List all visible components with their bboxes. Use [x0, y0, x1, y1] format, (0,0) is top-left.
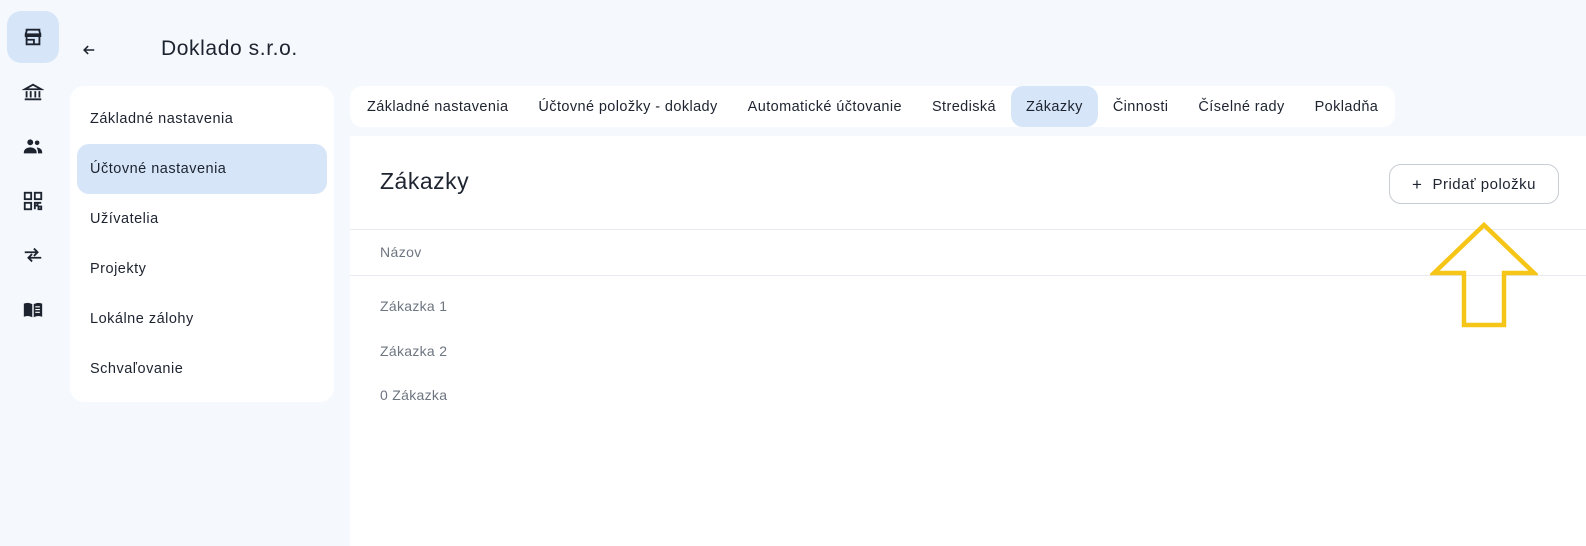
tab-automaticke-uctovanie[interactable]: Automatické účtovanie — [733, 86, 917, 127]
tab-ciselne-rady[interactable]: Číselné rady — [1183, 86, 1299, 127]
tab-pokladna[interactable]: Pokladňa — [1300, 86, 1394, 127]
page-title: Doklado s.r.o. — [161, 37, 298, 60]
rail-people-button[interactable] — [7, 120, 59, 172]
table-row[interactable]: Zákazka 1 — [380, 298, 447, 314]
book-icon — [23, 302, 43, 318]
icon-rail — [0, 0, 70, 546]
column-header-divider — [350, 275, 1586, 276]
tab-strediska[interactable]: Strediská — [917, 86, 1011, 127]
sidebar-item-lokalne-zalohy[interactable]: Lokálne zálohy — [77, 294, 327, 344]
settings-sidebar: Základné nastavenia Účtovné nastavenia U… — [70, 86, 334, 402]
sidebar-item-uctovne-nastavenia[interactable]: Účtovné nastavenia — [77, 144, 327, 194]
section-title: Zákazky — [380, 168, 470, 194]
app-root: Doklado s.r.o. Základné nastavenia Účtov… — [0, 0, 1586, 546]
back-button[interactable] — [76, 37, 102, 63]
bank-icon — [22, 83, 44, 101]
header-divider — [350, 229, 1586, 230]
content-panel: Zákazky + Pridať položku Názov Zákazka 1… — [350, 136, 1586, 546]
store-icon — [24, 28, 42, 46]
people-icon — [23, 139, 43, 154]
table-row[interactable]: 0 Zákazka — [380, 387, 447, 403]
rail-store-button[interactable] — [7, 11, 59, 63]
tab-zakazky[interactable]: Zákazky — [1011, 86, 1098, 127]
tab-uctovne-polozky-doklady[interactable]: Účtovné položky - doklady — [523, 86, 732, 127]
rail-bank-button[interactable] — [7, 66, 59, 118]
tab-zakladne-nastavenia[interactable]: Základné nastavenia — [352, 86, 523, 127]
tab-cinnosti[interactable]: Činnosti — [1098, 86, 1184, 127]
rail-swap-button[interactable] — [7, 229, 59, 281]
settings-tabs: Základné nastavenia Účtovné položky - do… — [350, 86, 1396, 127]
sidebar-item-uzivatelia[interactable]: Užívatelia — [77, 194, 327, 244]
table-row[interactable]: Zákazka 2 — [380, 343, 447, 359]
add-item-button[interactable]: + Pridať položku — [1389, 164, 1559, 204]
qr-code-icon — [23, 191, 43, 211]
sidebar-item-schvalovanie[interactable]: Schvaľovanie — [77, 344, 327, 394]
add-item-button-label: Pridať položku — [1432, 175, 1536, 193]
arrow-left-icon — [83, 45, 95, 55]
sidebar-item-projekty[interactable]: Projekty — [77, 244, 327, 294]
rail-book-button[interactable] — [7, 284, 59, 336]
swap-arrows-icon — [24, 247, 42, 263]
rail-qr-button[interactable] — [7, 175, 59, 227]
sidebar-item-zakladne-nastavenia[interactable]: Základné nastavenia — [77, 94, 327, 144]
plus-icon: + — [1412, 174, 1423, 194]
column-header-nazov: Názov — [380, 244, 422, 260]
